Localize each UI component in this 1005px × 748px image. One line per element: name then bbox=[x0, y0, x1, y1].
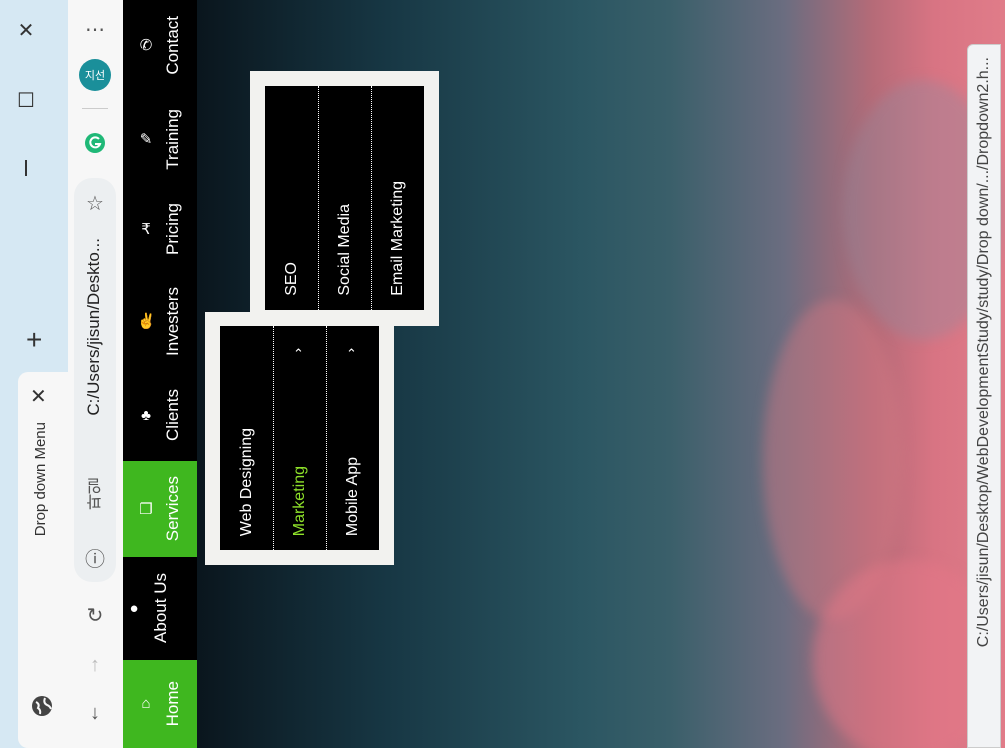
chevron-right-icon: ⌃ bbox=[293, 346, 304, 361]
handshake-icon: ✌ bbox=[137, 312, 156, 330]
nav-item-about[interactable]: ● About Us bbox=[123, 558, 197, 658]
nav-item-training[interactable]: ✎ Training bbox=[123, 92, 197, 186]
address-scheme-label: 파일 bbox=[88, 478, 105, 510]
nav-label: Clients bbox=[163, 389, 182, 441]
services-dropdown-frame: Web Designing ⌃ Marketing ⌃ Mobile App bbox=[205, 312, 394, 565]
dropdown-item-label: Web Designing bbox=[237, 427, 255, 536]
tab-close-icon[interactable]: ✕ bbox=[30, 384, 47, 409]
nav-label: Investers bbox=[163, 286, 182, 356]
nav-label: Contact bbox=[163, 15, 182, 75]
users-icon: ♣ bbox=[141, 406, 151, 424]
nav-item-home[interactable]: ⌂ Home bbox=[123, 660, 197, 748]
site-info-icon[interactable]: ⓘ bbox=[78, 540, 112, 574]
tab-strip: ✕ ☐ + ✕ Drop down Menu bbox=[0, 0, 68, 748]
refresh-icon[interactable]: ↻ bbox=[78, 598, 112, 632]
submenu-item-seo[interactable]: SEO bbox=[265, 86, 318, 310]
new-tab-button[interactable]: + bbox=[26, 326, 42, 354]
maximize-window-button[interactable]: ☐ bbox=[0, 80, 52, 120]
nav-label: Training bbox=[163, 108, 182, 170]
dropdown-item-label: Mobile App bbox=[344, 456, 361, 536]
minimize-window-button[interactable] bbox=[0, 148, 52, 188]
favorite-star-icon[interactable]: ☆ bbox=[78, 186, 112, 220]
address-url[interactable]: C:/Users/jisun/Deskto... bbox=[84, 238, 104, 416]
home-icon: ⌂ bbox=[141, 695, 151, 713]
dropdown-item-marketing[interactable]: ⌃ Marketing bbox=[273, 326, 326, 550]
submenu-item-label: Social Media bbox=[336, 204, 353, 296]
globe-icon bbox=[27, 691, 57, 721]
back-icon[interactable]: ↓ bbox=[78, 696, 112, 730]
close-window-button[interactable]: ✕ bbox=[0, 10, 52, 50]
marketing-submenu: SEO Social Media Email Marketing bbox=[265, 86, 424, 310]
main-navbar: ⌂ Home ● About Us ❐ Services ♣ Clients ✌ bbox=[123, 0, 197, 748]
tab-title: Drop down Menu bbox=[32, 422, 49, 537]
dropdown-item-label: Marketing bbox=[291, 465, 308, 536]
browser-toolbar: ⋯ 지선 ☆ C:/Users/jisun/Deskto... 파일 ⓘ ↻ ↑… bbox=[68, 0, 123, 748]
submenu-item-label: Email Marketing bbox=[389, 181, 406, 296]
rupee-icon: ₹ bbox=[141, 221, 151, 238]
nav-label: Pricing bbox=[163, 203, 182, 255]
nav-label: Home bbox=[163, 681, 182, 727]
submenu-item-email-marketing[interactable]: Email Marketing bbox=[371, 86, 424, 310]
phone-icon: ✆ bbox=[139, 37, 153, 54]
submenu-item-label: SEO bbox=[282, 262, 300, 296]
toolbar-divider bbox=[82, 108, 108, 109]
address-bar[interactable]: ☆ C:/Users/jisun/Deskto... 파일 ⓘ bbox=[74, 178, 116, 582]
page-background: ⌂ Home ● About Us ❐ Services ♣ Clients ✌ bbox=[123, 0, 1005, 748]
more-menu-icon[interactable]: ⋯ bbox=[78, 12, 112, 46]
extension-icon[interactable] bbox=[78, 126, 112, 160]
status-url-tooltip: C:/Users/jisun/Desktop/WebDevelopmentStu… bbox=[967, 44, 1001, 748]
services-dropdown: Web Designing ⌃ Marketing ⌃ Mobile App bbox=[220, 326, 379, 550]
nav-label: Services bbox=[163, 476, 182, 542]
browser-tab[interactable]: ✕ Drop down Menu bbox=[18, 372, 68, 748]
dropdown-item-web-designing[interactable]: Web Designing bbox=[220, 326, 273, 550]
submenu-item-social-media[interactable]: Social Media bbox=[318, 86, 371, 310]
nav-item-investers[interactable]: ✌ Investers bbox=[123, 272, 197, 370]
dropdown-item-mobile-app[interactable]: ⌃ Mobile App bbox=[326, 326, 379, 550]
forward-icon[interactable]: ↑ bbox=[78, 648, 112, 682]
status-url: C:/Users/jisun/Desktop/WebDevelopmentStu… bbox=[975, 57, 992, 648]
edit-icon: ✎ bbox=[139, 130, 153, 148]
nav-item-contact[interactable]: ✆ Contact bbox=[123, 0, 197, 90]
marketing-submenu-frame: SEO Social Media Email Marketing bbox=[250, 71, 439, 326]
nav-item-services[interactable]: ❐ Services bbox=[123, 461, 197, 557]
nav-label: About Us bbox=[151, 573, 170, 643]
user-icon: ● bbox=[129, 599, 139, 617]
profile-avatar[interactable]: 지선 bbox=[79, 59, 111, 91]
nav-item-pricing[interactable]: ₹ Pricing bbox=[123, 188, 197, 270]
clone-icon: ❐ bbox=[139, 501, 153, 518]
chevron-right-icon: ⌃ bbox=[346, 346, 357, 361]
nav-item-clients[interactable]: ♣ Clients bbox=[123, 372, 197, 458]
